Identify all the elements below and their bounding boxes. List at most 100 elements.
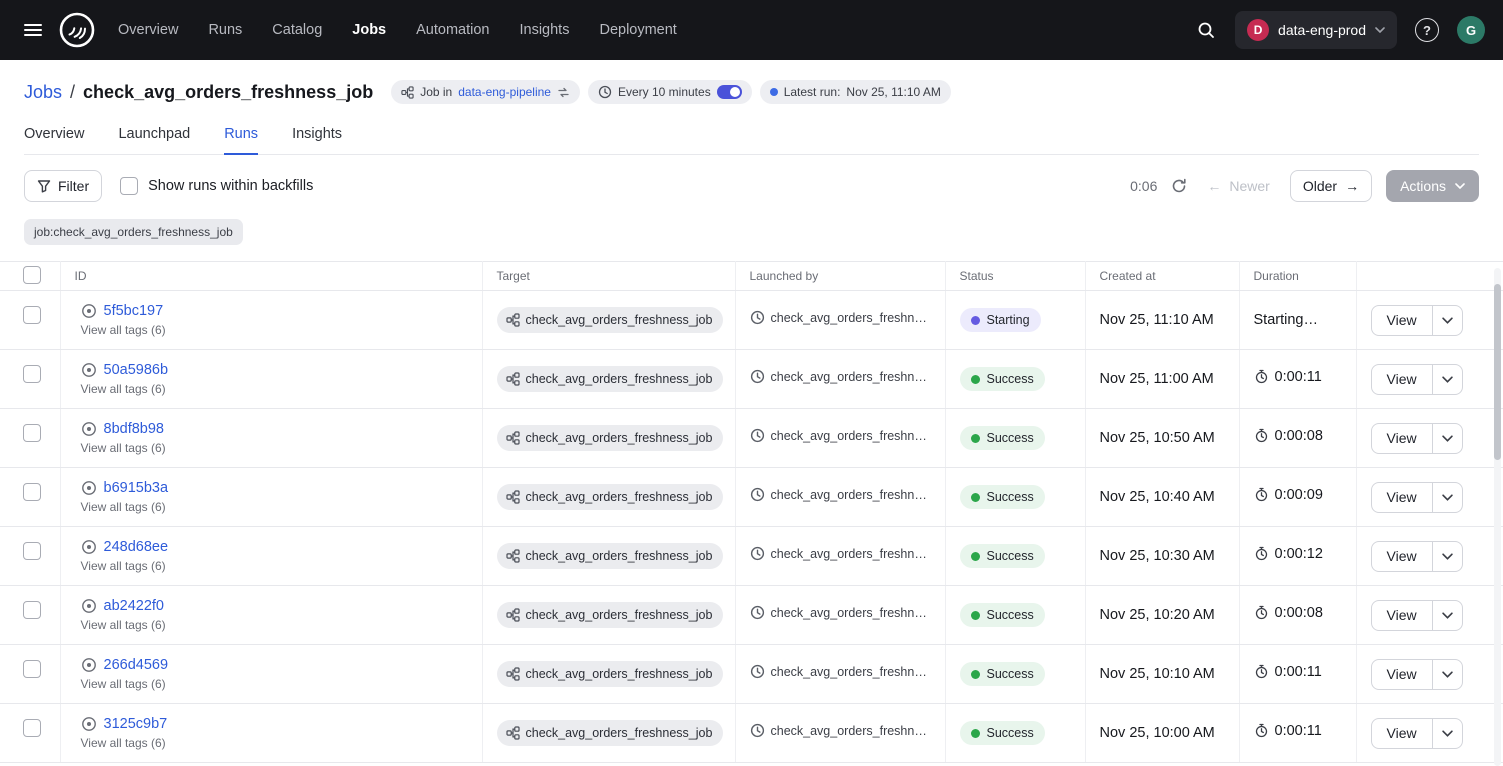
row-checkbox[interactable] (23, 542, 41, 560)
view-button[interactable]: View (1371, 600, 1433, 631)
view-dropdown-button[interactable] (1432, 600, 1463, 631)
run-id-link[interactable]: b6915b3a (104, 480, 169, 496)
view-all-tags-link[interactable]: View all tags (6) (81, 441, 482, 455)
duration-value: 0:00:11 (1275, 723, 1322, 739)
pipeline-link[interactable]: data-eng-pipeline (458, 85, 551, 99)
vertical-scrollbar[interactable] (1494, 268, 1501, 766)
view-dropdown-button[interactable] (1432, 482, 1463, 513)
tab-insights[interactable]: Insights (292, 126, 342, 154)
nav-item-jobs[interactable]: Jobs (352, 22, 386, 38)
column-header-launched-by: Launched by (735, 262, 945, 291)
status-dot (971, 552, 980, 561)
launched-by-label: check_avg_orders_freshn… (771, 429, 927, 443)
nav-item-insights[interactable]: Insights (519, 22, 569, 38)
dagster-logo-icon[interactable] (58, 11, 96, 49)
run-id-link[interactable]: 248d68ee (104, 539, 169, 555)
launched-by-cell[interactable]: check_avg_orders_freshn… (750, 310, 927, 325)
job-icon (401, 86, 414, 99)
swap-icon[interactable] (557, 86, 570, 99)
run-id-link[interactable]: 50a5986b (104, 362, 169, 378)
show-backfills-checkbox[interactable] (120, 177, 138, 195)
view-dropdown-button[interactable] (1432, 423, 1463, 454)
table-row: 3125c9b7 View all tags (6) check_avg_ord… (0, 704, 1503, 763)
nav-item-automation[interactable]: Automation (416, 22, 489, 38)
view-button[interactable]: View (1371, 718, 1433, 749)
view-button[interactable]: View (1371, 305, 1433, 336)
view-all-tags-link[interactable]: View all tags (6) (81, 736, 482, 750)
actions-button[interactable]: Actions (1386, 170, 1479, 202)
view-dropdown-button[interactable] (1432, 718, 1463, 749)
target-tag[interactable]: check_avg_orders_freshness_job (497, 307, 724, 333)
view-button[interactable]: View (1371, 364, 1433, 395)
launched-by-cell[interactable]: check_avg_orders_freshn… (750, 723, 927, 738)
select-all-checkbox[interactable] (23, 266, 41, 284)
latest-run-value[interactable]: Nov 25, 11:10 AM (846, 85, 941, 99)
launched-by-cell[interactable]: check_avg_orders_freshn… (750, 487, 927, 502)
newer-button[interactable]: ← Newer (1201, 178, 1275, 194)
row-checkbox[interactable] (23, 719, 41, 737)
row-checkbox[interactable] (23, 306, 41, 324)
target-tag[interactable]: check_avg_orders_freshness_job (497, 484, 724, 510)
view-all-tags-link[interactable]: View all tags (6) (81, 677, 482, 691)
target-tag[interactable]: check_avg_orders_freshness_job (497, 425, 724, 451)
target-tag[interactable]: check_avg_orders_freshness_job (497, 661, 724, 687)
menu-icon[interactable] (16, 13, 50, 47)
table-row: 248d68ee View all tags (6) check_avg_ord… (0, 527, 1503, 586)
view-dropdown-button[interactable] (1432, 305, 1463, 336)
refresh-icon[interactable] (1171, 178, 1187, 194)
view-dropdown-button[interactable] (1432, 541, 1463, 572)
view-all-tags-link[interactable]: View all tags (6) (81, 618, 482, 632)
target-tag[interactable]: check_avg_orders_freshness_job (497, 543, 724, 569)
help-icon[interactable]: ? (1415, 18, 1439, 42)
view-dropdown-button[interactable] (1432, 364, 1463, 395)
tab-launchpad[interactable]: Launchpad (118, 126, 190, 154)
target-tag[interactable]: check_avg_orders_freshness_job (497, 602, 724, 628)
view-button[interactable]: View (1371, 423, 1433, 454)
tab-overview[interactable]: Overview (24, 126, 84, 154)
run-id-link[interactable]: 3125c9b7 (104, 716, 168, 732)
run-id-link[interactable]: 5f5bc197 (104, 303, 164, 319)
view-button[interactable]: View (1371, 482, 1433, 513)
chevron-down-icon (1442, 730, 1453, 737)
nav-item-overview[interactable]: Overview (118, 22, 178, 38)
header-badges: Job in data-eng-pipeline Every 10 minute… (391, 80, 951, 104)
tab-runs[interactable]: Runs (224, 126, 258, 155)
run-id-link[interactable]: 266d4569 (104, 657, 169, 673)
target-tag-label: check_avg_orders_freshness_job (526, 313, 713, 327)
job-filter-tag[interactable]: job:check_avg_orders_freshness_job (24, 219, 243, 245)
view-all-tags-link[interactable]: View all tags (6) (81, 500, 482, 514)
run-id-link[interactable]: ab2422f0 (104, 598, 164, 614)
target-tag-label: check_avg_orders_freshness_job (526, 667, 713, 681)
filter-button[interactable]: Filter (24, 170, 102, 202)
search-icon[interactable] (1189, 13, 1223, 47)
user-avatar[interactable]: G (1457, 16, 1485, 44)
view-button[interactable]: View (1371, 541, 1433, 572)
view-dropdown-button[interactable] (1432, 659, 1463, 690)
view-all-tags-link[interactable]: View all tags (6) (81, 559, 482, 573)
view-all-tags-link[interactable]: View all tags (6) (81, 323, 482, 337)
run-id-link[interactable]: 8bdf8b98 (104, 421, 164, 437)
older-button[interactable]: Older → (1290, 170, 1372, 202)
launched-by-cell[interactable]: check_avg_orders_freshn… (750, 546, 927, 561)
breadcrumb-jobs-link[interactable]: Jobs (24, 82, 62, 103)
scrollbar-thumb[interactable] (1494, 284, 1501, 460)
row-checkbox[interactable] (23, 424, 41, 442)
target-tag[interactable]: check_avg_orders_freshness_job (497, 366, 724, 392)
nav-item-deployment[interactable]: Deployment (599, 22, 676, 38)
view-button[interactable]: View (1371, 659, 1433, 690)
deployment-switcher[interactable]: D data-eng-prod (1235, 11, 1397, 49)
launched-by-cell[interactable]: check_avg_orders_freshn… (750, 664, 927, 679)
launched-by-cell[interactable]: check_avg_orders_freshn… (750, 605, 927, 620)
nav-item-catalog[interactable]: Catalog (272, 22, 322, 38)
launched-by-cell[interactable]: check_avg_orders_freshn… (750, 369, 927, 384)
launched-by-cell[interactable]: check_avg_orders_freshn… (750, 428, 927, 443)
row-checkbox[interactable] (23, 483, 41, 501)
schedule-toggle[interactable] (717, 85, 742, 99)
target-tag[interactable]: check_avg_orders_freshness_job (497, 720, 724, 746)
row-checkbox[interactable] (23, 601, 41, 619)
row-checkbox[interactable] (23, 365, 41, 383)
view-all-tags-link[interactable]: View all tags (6) (81, 382, 482, 396)
nav-item-runs[interactable]: Runs (208, 22, 242, 38)
row-checkbox[interactable] (23, 660, 41, 678)
column-header-status: Status (945, 262, 1085, 291)
